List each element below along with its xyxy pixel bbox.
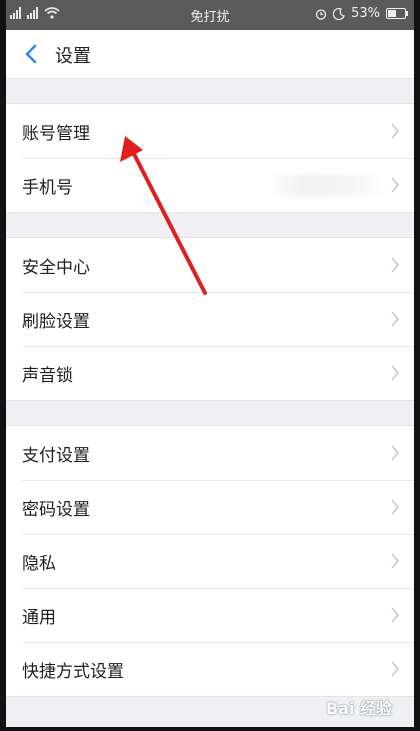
settings-row-password-settings[interactable]: 密码设置: [6, 480, 414, 534]
settings-group-account: 账号管理 手机号: [6, 103, 414, 213]
settings-row-privacy[interactable]: 隐私: [6, 534, 414, 588]
row-label: 声音锁: [22, 365, 73, 386]
chevron-right-icon: [391, 365, 400, 381]
moon-icon: [333, 7, 345, 20]
row-label: 账号管理: [22, 123, 90, 144]
chevron-right-icon: [391, 553, 400, 569]
device-frame-bottom: [0, 727, 420, 731]
row-label: 密码设置: [22, 499, 90, 520]
settings-group-security: 安全中心 刷脸设置 声音锁: [6, 237, 414, 401]
row-label: 隐私: [22, 553, 56, 574]
battery-percent: 53%: [351, 6, 380, 21]
settings-row-phone-number[interactable]: 手机号: [6, 158, 414, 212]
status-bar: 免打扰 53%: [6, 0, 414, 30]
row-label: 支付设置: [22, 445, 90, 466]
settings-row-general[interactable]: 通用: [6, 588, 414, 642]
alarm-icon: [315, 8, 327, 20]
row-label: 刷脸设置: [22, 311, 90, 332]
chevron-right-icon: [391, 607, 400, 623]
settings-row-face-settings[interactable]: 刷脸设置: [6, 292, 414, 346]
chevron-right-icon: [391, 311, 400, 327]
chevron-right-icon: [391, 177, 400, 193]
device-frame-right: [414, 0, 420, 731]
watermark: Bai 经验: [326, 695, 392, 719]
row-label: 通用: [22, 607, 56, 628]
chevron-right-icon: [391, 123, 400, 139]
phone-number-blurred: [268, 174, 388, 196]
row-label: 安全中心: [22, 257, 90, 278]
chevron-right-icon: [391, 257, 400, 273]
settings-group-general: 支付设置 密码设置 隐私 通用 快捷方式设置: [6, 425, 414, 697]
settings-row-security-center[interactable]: 安全中心: [6, 238, 414, 292]
screen: 免打扰 53% 设置 账号管理 手机号 安全中心 刷脸设置 声音锁 支付设置 密…: [6, 0, 414, 727]
chevron-right-icon: [391, 499, 400, 515]
settings-row-account-management[interactable]: 账号管理: [6, 104, 414, 158]
chevron-right-icon: [391, 661, 400, 677]
chevron-left-icon[interactable]: [22, 44, 42, 64]
settings-row-shortcut-settings[interactable]: 快捷方式设置: [6, 642, 414, 696]
battery-fill: [388, 10, 396, 17]
watermark-text: Bai 经验: [325, 699, 392, 718]
settings-row-payment-settings[interactable]: 支付设置: [6, 426, 414, 480]
page-title: 设置: [55, 46, 91, 67]
nav-bar: 设置: [6, 30, 414, 79]
status-right: 53%: [315, 6, 408, 21]
chevron-right-icon: [391, 445, 400, 461]
battery-icon: [386, 8, 408, 19]
row-label: 快捷方式设置: [22, 661, 124, 682]
row-label: 手机号: [22, 177, 73, 198]
settings-row-voice-lock[interactable]: 声音锁: [6, 346, 414, 400]
